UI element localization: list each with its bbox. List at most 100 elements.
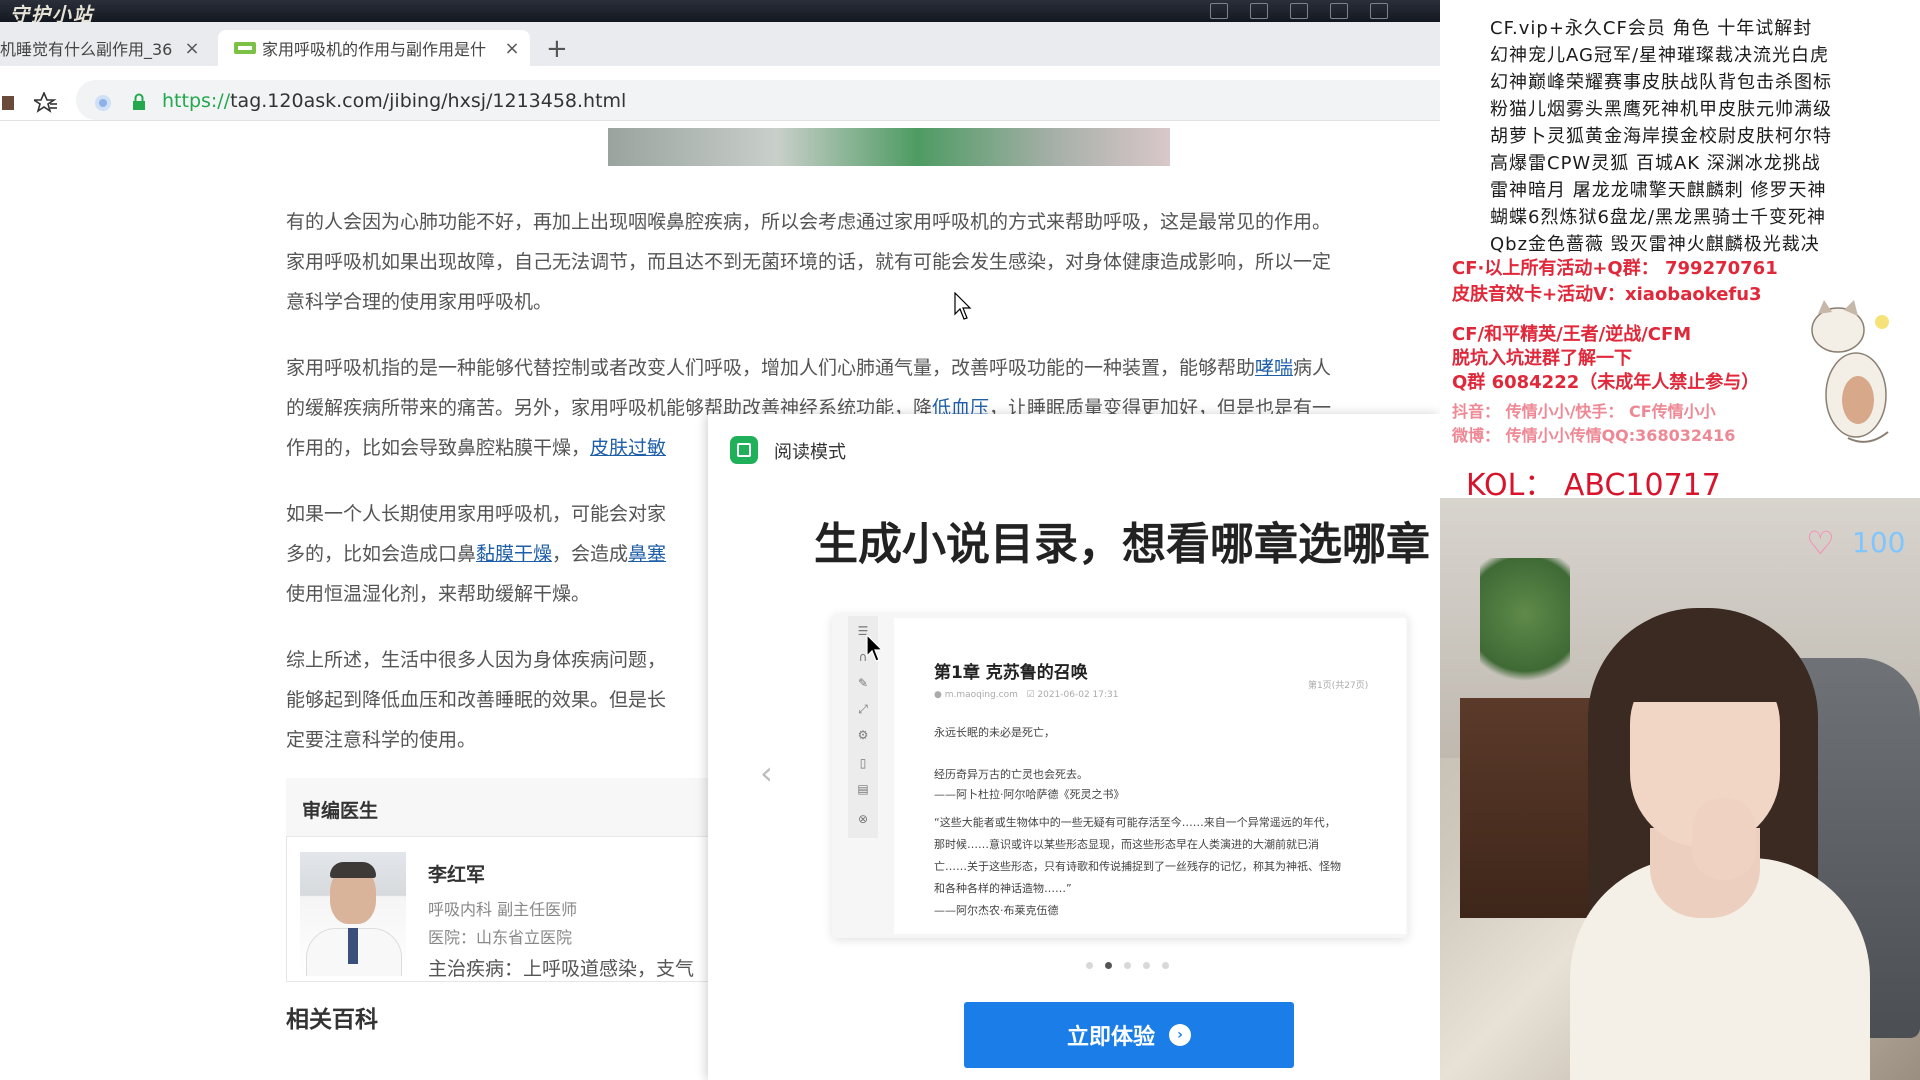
article-text: 多的，比如会造成口鼻 — [286, 543, 477, 565]
overlay-service-line: 蝴蝶6烈炼狱6盘龙/黑龙黑骑士千变死神 — [1490, 207, 1826, 228]
overlay-social-line: 微博： 传情小小传情QQ:368032416 — [1452, 426, 1736, 445]
carousel-prev-icon[interactable]: ‹ — [760, 754, 773, 792]
site-favicon-icon — [234, 40, 256, 56]
doctor-specialty: 主治疾病：上呼吸道感染，支气 — [428, 958, 695, 980]
article-text: 能够起到降低血压和改善睡眠的效果。但是长 — [286, 689, 667, 711]
lock-icon — [133, 93, 145, 110]
tab-strip: 机睡觉有什么副作用_36 × 家用呼吸机的作用与副作用是什 × — [0, 22, 1440, 66]
overlay-promo-line: CF·以上所有活动+Q群： 799270761 — [1452, 258, 1778, 279]
tab-inactive[interactable]: 机睡觉有什么副作用_36 × — [0, 30, 210, 66]
preview-chapter-title: 第1章 克苏鲁的召唤 — [934, 663, 1088, 683]
game-title-bar: 守护小站 — [0, 0, 1440, 22]
overlay-promo-line: 脱坑入坑进群了解一下 — [1452, 348, 1632, 369]
window-control-icon[interactable] — [1330, 3, 1348, 19]
window-control-icon[interactable] — [1250, 3, 1268, 19]
article-link[interactable]: 黏膜干燥 — [476, 543, 552, 565]
overlay-service-line: 粉猫儿烟雾头黑鹰死神机甲皮肤元帅满级 — [1490, 99, 1832, 120]
heart-icon: ♡ — [1806, 524, 1835, 562]
close-icon[interactable]: × — [502, 38, 522, 59]
article-text: 家用呼吸机如果出现故障，自己无法调节，而且达不到无菌环境的话，就有可能会发生感染… — [286, 251, 1332, 273]
edit-icon: ✎ — [857, 676, 869, 690]
settings-icon: ⚙ — [857, 728, 869, 742]
overlay-promo-line: 皮肤音效卡+活动V：xiaobaokefu3 — [1452, 284, 1762, 305]
window-control-icon[interactable] — [1290, 3, 1308, 19]
overlay-service-line: 高爆雷CPW灵狐 百城AK 深渊冰龙挑战 — [1490, 153, 1821, 174]
folder-icon[interactable] — [2, 92, 16, 112]
overlay-service-line: CF.vip+永久CF会员 角色 十年试解封 — [1490, 18, 1813, 39]
overlay-service-line: 幻神巅峰荣耀赛事皮肤战队背包击杀图标 — [1490, 72, 1832, 93]
article-line: 有的人会因为心肺功能不好，再加上出现咽喉鼻腔疾病，所以会考虑通过家用呼吸机的方式… — [286, 202, 1446, 242]
carousel-dot[interactable] — [1124, 962, 1131, 969]
article-text: 使用恒温湿化剂，来帮助缓解干燥。 — [286, 583, 591, 605]
url-scheme: https:// — [162, 90, 231, 112]
viewer-count: 100 — [1852, 526, 1906, 559]
game-logo: 守护小站 — [10, 4, 95, 22]
preview-page-indicator: 第1页(共27页) — [1308, 681, 1369, 691]
favorites-star-icon[interactable] — [34, 92, 58, 114]
webcam-feed — [1440, 498, 1920, 1080]
reviewer-card-title: 审编医生 — [302, 800, 379, 822]
preview-site: m.maoqing.com — [944, 690, 1018, 700]
carousel-dot[interactable] — [1086, 962, 1093, 969]
article-link[interactable]: 哮喘 — [1255, 357, 1293, 379]
tab-active[interactable]: 家用呼吸机的作用与副作用是什 × — [218, 30, 530, 66]
mouse-cursor-icon — [866, 634, 884, 662]
preview-line: ——阿尔杰农·布莱克伍德 — [934, 904, 1059, 917]
site-info-icon[interactable] — [94, 94, 112, 112]
article-line: 家用呼吸机指的是一种能够代替控制或者改变人们呼吸，增加人们心肺通气量，改善呼吸功… — [286, 348, 1446, 388]
article-text: ，会造成 — [552, 543, 629, 565]
overlay-promo-line: Q群 6084222（未成年人禁止参与） — [1452, 372, 1760, 393]
reading-mode-label: 阅读模式 — [774, 442, 846, 463]
carousel-dot[interactable] — [1105, 962, 1112, 969]
doctor-photo[interactable] — [300, 852, 406, 976]
expand-icon: ⤢ — [858, 702, 868, 716]
window-control-icon[interactable] — [1370, 3, 1388, 19]
article-text: 病人 — [1293, 357, 1332, 379]
preview-line: ——阿卜杜拉·阿尔哈萨德《死灵之书》 — [934, 788, 1125, 801]
carousel-dot[interactable] — [1162, 962, 1169, 969]
try-now-button[interactable]: 立即体验 › — [964, 1002, 1294, 1068]
overlay-social-line: 抖音： 传情小小/快手： CF传情小小 — [1452, 402, 1716, 421]
doctor-title: 呼吸内科 副主任医师 — [428, 900, 578, 919]
preview-meta: ● m.maoqing.com ☑ 2021-06-02 17:31 — [934, 690, 1119, 700]
overlay-service-line: Qbz金色蔷薇 毁灭雷神火麒麟极光裁决 — [1490, 234, 1820, 255]
close-icon: ⊗ — [857, 812, 869, 826]
related-encyclopedia-heading: 相关百科 — [286, 1007, 378, 1033]
overlay-service-line: 幻神宠儿AG冠军/星神璀璨裁决流光白虎 — [1490, 45, 1830, 66]
carousel-dot[interactable] — [1143, 962, 1150, 969]
reading-mode-icon — [730, 436, 758, 464]
overlay-service-line: 雷神暗月 屠龙龙啸擎天麒麟刺 修罗天神 — [1490, 180, 1827, 201]
preview-line: 经历奇异万古的亡灵也会死去。 — [934, 768, 1088, 781]
overlay-promo-line: CF/和平精英/王者/逆战/CFM — [1452, 324, 1692, 345]
window-control-icon[interactable] — [1210, 3, 1228, 19]
cat-mascot-icon — [1811, 300, 1889, 443]
preview-date: 2021-06-02 17:31 — [1037, 690, 1119, 700]
overlay-service-line: 胡萝卜灵狐黄金海岸摸金校尉皮肤柯尔特 — [1490, 126, 1832, 147]
phone-icon: ▯ — [859, 756, 867, 770]
article-line: 家用呼吸机如果出现故障，自己无法调节，而且达不到无菌环境的话，就有可能会发生感染… — [286, 242, 1446, 282]
close-icon[interactable]: × — [182, 38, 202, 59]
tab-title: 家用呼吸机的作用与副作用是什 — [262, 40, 487, 59]
article-image — [608, 128, 1170, 166]
preview-line: 永远长眠的未必是死亡， — [934, 726, 1055, 739]
carousel-dots — [1086, 962, 1169, 969]
arrow-right-icon: › — [1169, 1024, 1191, 1046]
article-text: 综上所述，生活中很多人因为身体疾病问题， — [286, 649, 667, 671]
mouse-cursor-icon — [954, 292, 972, 320]
article-link[interactable]: 鼻塞 — [628, 543, 666, 565]
reading-mode-headline: 生成小说目录，想看哪章选哪章 — [814, 519, 1430, 570]
article-link[interactable]: 皮肤过敏 — [590, 437, 666, 459]
preview-line: 那时候……意识或许以某些形态显现，而这些形态早在人类演进的大潮前就已消 — [934, 838, 1319, 851]
preview-line: “这些大能者或生物体中的一些无疑有可能存活至今……来自一个异常遥远的年代， — [934, 816, 1336, 829]
try-now-label: 立即体验 — [1066, 1025, 1155, 1050]
article-text: 作用的，比如会导致鼻腔粘膜干燥， — [286, 437, 591, 459]
preview-line: 和各种各样的神话造物……” — [934, 882, 1072, 895]
doctor-hospital: 医院：山东省立医院 — [428, 928, 573, 947]
doctor-name[interactable]: 李红军 — [428, 860, 485, 887]
new-tab-button[interactable]: + — [546, 34, 568, 64]
url-text[interactable]: https://tag.120ask.com/jibing/hxsj/12134… — [162, 90, 626, 112]
article-text: 有的人会因为心肺功能不好，再加上出现咽喉鼻腔疾病，所以会考虑通过家用呼吸机的方式… — [286, 211, 1332, 233]
article-line: 意科学合理的使用家用呼吸机。 — [286, 282, 1446, 322]
article-text: 如果一个人长期使用家用呼吸机，可能会对家 — [286, 503, 667, 525]
article-text: 定要注意科学的使用。 — [286, 729, 477, 751]
